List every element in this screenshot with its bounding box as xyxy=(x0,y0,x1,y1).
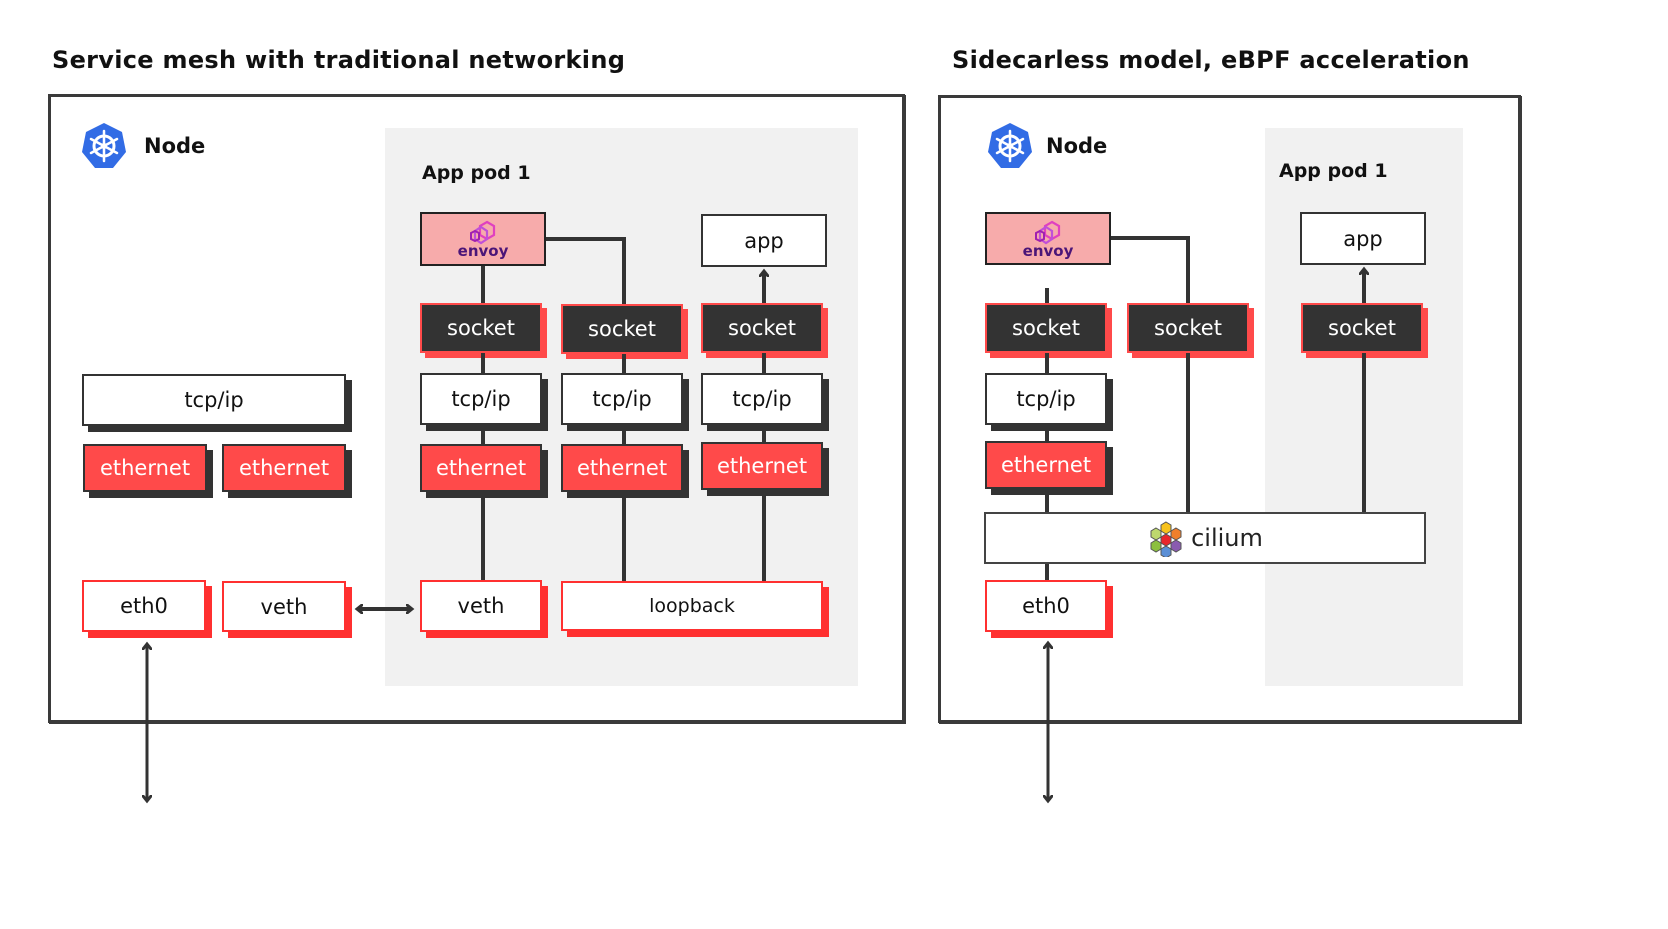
pod-loopback-box: loopback xyxy=(561,581,823,631)
host-eth0-box: eth0 xyxy=(82,580,206,632)
left-envoy-label: envoy xyxy=(457,242,509,260)
left-app-box: app xyxy=(701,214,827,267)
right-panel-title: Sidecarless model, eBPF acceleration xyxy=(952,46,1470,74)
right-pod-label: App pod 1 xyxy=(1279,160,1388,182)
pod-veth-box: veth xyxy=(420,580,542,632)
left-tcpip-box-3: tcp/ip xyxy=(701,373,823,425)
left-tcpip-box-2: tcp/ip xyxy=(561,373,683,425)
right-socket-box-1: socket xyxy=(985,303,1107,353)
left-ethernet-box-1: ethernet xyxy=(420,444,542,492)
right-envoy-label: envoy xyxy=(1022,241,1074,260)
right-eth0-box: eth0 xyxy=(985,580,1107,632)
left-envoy-box: envoy xyxy=(420,212,546,266)
cilium-icon xyxy=(1150,521,1182,557)
right-tcpip-box: tcp/ip xyxy=(985,373,1107,425)
left-socket-box-2: socket xyxy=(561,304,683,354)
cilium-label: cilium xyxy=(1191,524,1263,552)
left-socket-box-3: socket xyxy=(701,303,823,353)
kubernetes-icon xyxy=(80,122,128,170)
right-app-box: app xyxy=(1300,212,1426,265)
host-tcpip-box: tcp/ip xyxy=(82,374,346,426)
host-ethernet-box-2: ethernet xyxy=(222,444,346,492)
right-socket-box-2: socket xyxy=(1127,303,1249,353)
left-pod-label: App pod 1 xyxy=(422,162,531,184)
right-socket-box-3: socket xyxy=(1301,303,1423,353)
left-panel-title: Service mesh with traditional networking xyxy=(52,46,626,74)
left-node-label: Node xyxy=(144,134,206,158)
left-ethernet-box-2: ethernet xyxy=(561,444,683,492)
cilium-box: cilium xyxy=(984,512,1426,564)
left-tcpip-box-1: tcp/ip xyxy=(420,373,542,425)
right-ethernet-box: ethernet xyxy=(985,441,1107,489)
right-node-label: Node xyxy=(1046,134,1108,158)
right-envoy-box: envoy xyxy=(985,212,1111,265)
host-veth-box: veth xyxy=(222,581,346,632)
left-socket-box-1: socket xyxy=(420,303,542,353)
host-ethernet-box-1: ethernet xyxy=(83,444,207,492)
left-ethernet-box-3: ethernet xyxy=(701,442,823,490)
kubernetes-icon xyxy=(986,122,1034,170)
